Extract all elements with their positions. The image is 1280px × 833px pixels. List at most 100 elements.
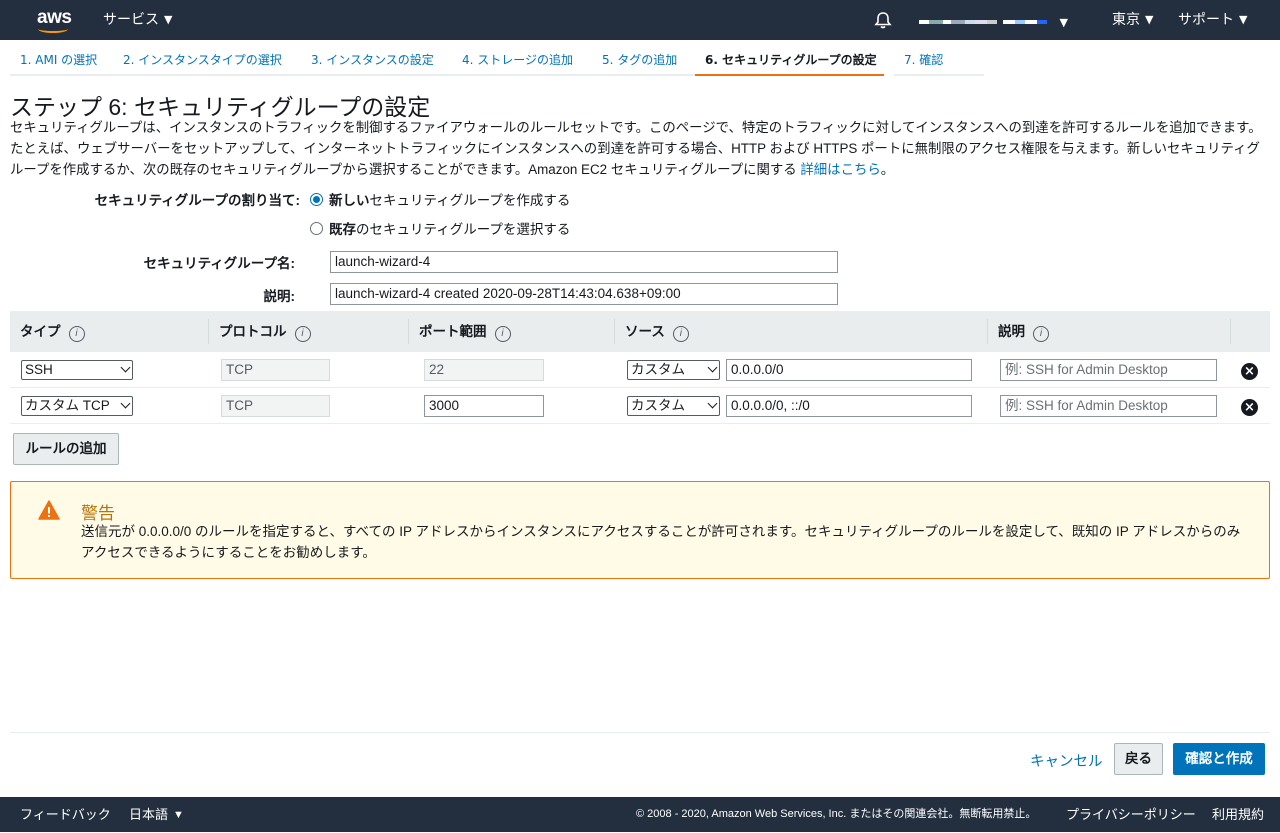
remove-rule-icon[interactable]: × [1241,399,1258,416]
header-type-label: タイプ [20,324,61,339]
header-port-range: ポート範囲 i [419,311,511,352]
warning-icon [38,500,60,520]
column-divider [1230,319,1231,344]
port-field: 22 [424,359,544,381]
caret-down-icon: ▼ [173,809,184,821]
group-desc-input[interactable]: launch-wizard-4 created 2020-09-28T14:43… [330,283,838,305]
radio-new-group[interactable]: 新しい セキュリティグループを作成する [310,189,570,209]
group-name-label: セキュリティグループ名: [143,256,295,271]
chevron-down-icon [707,362,718,373]
support-label: サポート [1178,12,1234,28]
top-nav: aws サービス ▼ ▼ 東京 ▼ サポート ▼ [0,0,1280,40]
tab-tags[interactable]: 5. タグの追加 [592,44,695,76]
chevron-down-icon [707,398,718,409]
source-input[interactable]: 0.0.0.0/0, ::/0 [726,395,972,417]
chevron-down-icon [120,362,131,373]
radio-unselected-icon[interactable] [310,221,323,235]
type-select[interactable]: カスタム TCP [21,396,133,416]
caret-down-icon: ▼ [164,13,173,26]
feedback-link[interactable]: フィードバック [20,797,111,832]
info-icon[interactable]: i [1033,326,1049,342]
services-menu[interactable]: サービス ▼ [103,0,172,40]
chevron-down-icon [120,398,131,409]
source-input[interactable]: 0.0.0.0/0 [726,359,972,381]
terms-link[interactable]: 利用規約 [1212,797,1264,832]
tab-security-group[interactable]: 6. セキュリティグループの設定 [695,44,884,76]
header-protocol: プロトコル i [219,311,311,352]
warning-alert: 警告 送信元が 0.0.0.0/0 のルールを指定すると、すべての IP アドレ… [10,481,1270,579]
language-label: 日本語 [129,807,169,822]
divider [10,732,1270,733]
page-description: セキュリティグループは、インスタンスのトラフィックを制御するファイアウォールのル… [10,117,1272,180]
info-icon[interactable]: i [494,326,511,342]
privacy-link[interactable]: プライバシーポリシー [1066,797,1196,832]
tab-review[interactable]: 7. 確認 [894,44,984,76]
info-icon[interactable]: i [294,326,311,342]
tab-instance-type[interactable]: 2. インスタンスタイプの選択 [113,44,301,76]
group-desc-label: 説明: [263,289,296,304]
source-select[interactable]: カスタム [627,360,720,380]
radio-existing-bold: 既存 [329,222,356,237]
tab-ami[interactable]: 1. AMI の選択 [10,44,113,76]
protocol-field: TCP [221,395,330,417]
type-value: SSH [25,362,53,377]
support-menu[interactable]: サポート ▼ [1178,0,1247,40]
header-desc-label: 説明 [998,324,1025,339]
bell-icon[interactable] [873,10,893,30]
region-label: 東京 [1112,12,1140,28]
details-link[interactable]: 詳細はこちら [800,162,880,177]
add-rule-button[interactable]: ルールの追加 [13,433,119,465]
back-button[interactable]: 戻る [1114,743,1163,775]
header-type: タイプ i [20,311,85,352]
column-divider [408,319,409,344]
info-icon[interactable]: i [68,326,85,342]
radio-new-bold: 新しい [329,193,370,208]
source-select[interactable]: カスタム [627,396,720,416]
source-mode-value: カスタム [631,362,685,377]
type-value: カスタム TCP [25,398,110,413]
radio-existing-group[interactable]: 既存 のセキュリティグループを選択する [310,218,570,238]
warning-text: 送信元が 0.0.0.0/0 のルールを指定すると、すべての IP アドレスから… [81,524,1241,560]
remove-rule-icon[interactable]: × [1241,363,1258,380]
logo-smile [38,25,68,33]
rules-table-header: タイプ i プロトコル i ポート範囲 i ソース i 説明 i [10,311,1270,352]
description-text: セキュリティグループは、インスタンスのトラフィックを制御するファイアウォールのル… [10,120,1262,177]
services-label: サービス [103,12,159,28]
group-name-input[interactable]: launch-wizard-4 [330,251,838,273]
cancel-link[interactable]: キャンセル [1030,750,1103,771]
header-source: ソース i [625,311,689,352]
assign-label: セキュリティグループの割り当て: [94,193,300,208]
aws-logo[interactable]: aws [36,5,72,35]
rule-description-input[interactable]: 例: SSH for Admin Desktop [1000,395,1217,417]
review-and-launch-button[interactable]: 確認と作成 [1173,743,1265,775]
header-port-label: ポート範囲 [419,324,487,339]
description-end: 。 [880,162,895,177]
header-description: 説明 i [998,311,1049,352]
tab-instance-config[interactable]: 3. インスタンスの設定 [301,44,452,76]
table-row: SSH TCP 22 カスタム 0.0.0.0/0 例: SSH for Adm… [10,352,1270,388]
source-mode-value: カスタム [631,398,685,413]
tab-storage[interactable]: 4. ストレージの追加 [452,44,592,76]
caret-down-icon: ▼ [1239,13,1248,26]
column-divider [614,319,615,344]
caret-down-icon: ▼ [1059,15,1068,29]
column-divider [208,319,209,344]
type-select[interactable]: SSH [21,360,133,380]
footer: フィードバック 日本語 ▼ © 2008 - 2020, Amazon Web S… [0,797,1280,832]
region-menu[interactable]: 東京 ▼ [1112,0,1153,40]
rule-description-input[interactable]: 例: SSH for Admin Desktop [1000,359,1217,381]
header-protocol-label: プロトコル [219,324,287,339]
column-divider [987,319,988,344]
radio-existing-label: のセキュリティグループを選択する [356,222,571,237]
table-row: カスタム TCP TCP 3000 カスタム 0.0.0.0/0, ::/0 例… [10,388,1270,424]
protocol-field: TCP [221,359,330,381]
language-menu[interactable]: 日本語 ▼ [129,797,184,833]
port-input[interactable]: 3000 [424,395,544,417]
copyright-text: © 2008 - 2020, Amazon Web Services, Inc.… [636,808,1037,820]
account-menu[interactable]: ▼ [919,14,1069,29]
radio-new-label: セキュリティグループを作成する [369,193,571,208]
radio-selected-icon[interactable] [310,192,323,206]
info-icon[interactable]: i [672,326,689,342]
header-source-label: ソース [625,324,665,339]
caret-down-icon: ▼ [1145,13,1154,26]
